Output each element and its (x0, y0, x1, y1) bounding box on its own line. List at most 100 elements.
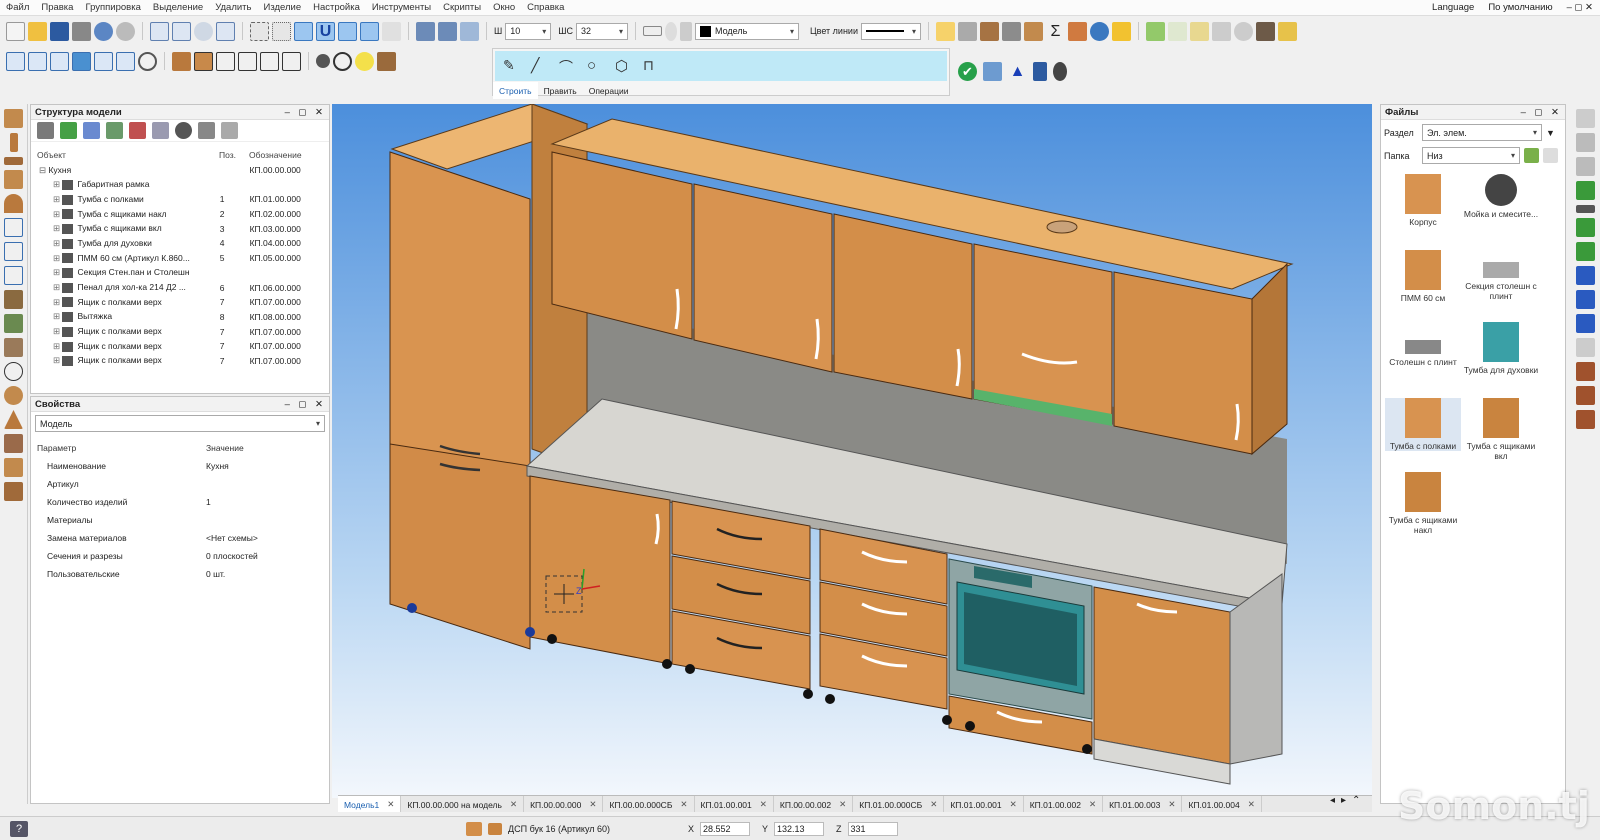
tree-item[interactable]: ⊞ Ящик с полками верх 7 КП.07.00.000 (31, 295, 329, 310)
tree-item[interactable]: ⊞ Тумба с ящиками вкл 3 КП.03.00.000 (31, 221, 329, 236)
eye-icon[interactable] (1089, 21, 1109, 41)
help-status-icon[interactable]: ? (10, 820, 28, 837)
close-tab-icon[interactable]: ✕ (680, 799, 687, 810)
sum-icon[interactable]: Σ (1046, 22, 1065, 41)
property-row[interactable]: Сечения и разрезы 0 плоскостей (31, 547, 329, 565)
panel-r2-icon[interactable] (1575, 133, 1595, 152)
expand-icon[interactable]: ⊞ (53, 253, 62, 263)
document-tab[interactable]: КП.01.00.004 ✕ (1182, 796, 1262, 812)
tab-build[interactable]: Строить (493, 82, 538, 99)
print-icon[interactable] (72, 21, 91, 41)
tab-scroll-controls[interactable]: ◂▸⌃ (1330, 795, 1366, 806)
expand-icon[interactable]: ⊞ (53, 311, 62, 321)
undo-icon[interactable] (94, 21, 113, 41)
furniture-icon[interactable] (4, 290, 23, 309)
weight-icon[interactable] (1053, 62, 1067, 81)
magnet-icon[interactable]: U (316, 21, 335, 41)
expand-icon[interactable]: ⊞ (53, 209, 62, 219)
window-controls[interactable]: – ◻ ✕ (1560, 2, 1600, 13)
list-icon[interactable] (198, 122, 215, 139)
document-tab[interactable]: КП.00.00.000 ✕ (524, 796, 604, 812)
properties-selector[interactable]: Модель (35, 415, 325, 432)
green-r1-icon[interactable] (1575, 218, 1595, 237)
menu-edit[interactable]: Правка (35, 2, 79, 13)
render-edges-icon[interactable] (194, 51, 213, 71)
cut-icon[interactable] (4, 266, 23, 285)
brown-r1-icon[interactable] (1575, 362, 1595, 381)
table-icon[interactable] (1189, 21, 1209, 41)
light-icon[interactable] (665, 21, 677, 41)
curved-panel-icon[interactable] (4, 194, 23, 213)
menu-scripts[interactable]: Скрипты (437, 2, 487, 13)
wireframe-icon[interactable] (216, 51, 235, 71)
pan-icon[interactable] (216, 21, 235, 41)
new-file-icon[interactable] (6, 21, 25, 41)
tree-item[interactable]: ⊞ Ящик с полками верх 7 КП.07.00.000 (31, 354, 329, 369)
circle-icon[interactable]: ○ (587, 57, 607, 75)
texture-icon[interactable] (377, 51, 396, 71)
menu-file[interactable]: Файл (0, 2, 35, 13)
expand-icon[interactable]: ⊞ (53, 355, 62, 365)
align-icon[interactable] (983, 62, 1002, 81)
tools-icon[interactable] (37, 122, 54, 139)
section-select[interactable]: Эл. элем. (1422, 124, 1542, 141)
layout-icon[interactable] (282, 51, 301, 71)
menu-product[interactable]: Изделие (257, 2, 307, 13)
redo-icon[interactable] (116, 21, 135, 41)
hexagon-icon[interactable]: ⬡ (615, 57, 635, 75)
tree-item[interactable]: ⊞ Габаритная рамка (31, 177, 329, 192)
viewport-3d[interactable]: Z (332, 104, 1372, 798)
save-icon[interactable] (50, 21, 69, 41)
menu-help[interactable]: Справка (521, 2, 570, 13)
close-tab-icon[interactable]: ✕ (930, 799, 937, 810)
expand-icon[interactable]: ⊞ (53, 282, 62, 292)
panel-controls[interactable]: – ◻ ✕ (285, 107, 329, 118)
tree-item[interactable]: ⊞ Ящик с полками верх 7 КП.07.00.000 (31, 339, 329, 354)
ortho-icon[interactable] (294, 21, 313, 41)
document-tab[interactable]: КП.01.00.001 ✕ (695, 796, 774, 812)
expand-icon[interactable]: ⊞ (53, 267, 62, 277)
tree-item[interactable]: ⊞ Тумба для духовки 4 КП.04.00.000 (31, 236, 329, 251)
export-r-icon[interactable] (1575, 181, 1595, 200)
document-icon[interactable] (152, 122, 169, 139)
rotate-icon[interactable] (138, 51, 157, 71)
folder-select[interactable]: Низ (1422, 147, 1520, 164)
brown-r2-icon[interactable] (1575, 386, 1595, 405)
array-icon[interactable] (4, 482, 23, 501)
file-item-korpus[interactable]: Корпус (1385, 174, 1461, 227)
property-row[interactable]: Артикул (31, 475, 329, 493)
tree-item[interactable]: ⊞ Тумба с ящиками накл 2 КП.02.00.000 (31, 207, 329, 222)
render-icon[interactable] (1145, 21, 1165, 41)
close-tab-icon[interactable]: ✕ (1089, 799, 1096, 810)
pencil-icon[interactable]: ✎ (503, 57, 523, 75)
zoom-window-icon[interactable] (150, 21, 169, 41)
file-item-countertop[interactable]: Столешн с плинт (1385, 328, 1461, 367)
measure-icon[interactable] (382, 21, 401, 41)
blue-r1-icon[interactable] (1575, 266, 1595, 285)
view-iso-icon[interactable] (72, 51, 91, 71)
menu-delete[interactable]: Удалить (209, 2, 257, 13)
file-item-drawer-overlay[interactable]: Тумба с ящиками накл (1385, 472, 1461, 535)
rule-icon[interactable] (1575, 205, 1595, 213)
snap-icon[interactable] (250, 21, 269, 41)
document-tab[interactable]: КП.00.00.000СБ ✕ (603, 796, 695, 812)
view-top-icon[interactable] (94, 51, 113, 71)
close-tab-icon[interactable]: ✕ (510, 799, 517, 810)
document-tab[interactable]: КП.01.00.001 ✕ (944, 796, 1024, 812)
panel-icon[interactable] (979, 21, 999, 41)
layer-tool2-icon[interactable] (438, 21, 457, 41)
line-color-select[interactable] (860, 22, 921, 40)
property-row[interactable]: Количество изделий 1 (31, 493, 329, 511)
tree-item[interactable]: ⊞ ПММ 60 см (Артикул К.860... 5 КП.05.00.0… (31, 251, 329, 266)
line-width-select[interactable]: 10 (505, 22, 552, 40)
visibility-icon[interactable] (175, 122, 192, 139)
layer-select[interactable]: Модель (695, 22, 799, 40)
property-row[interactable]: Материалы (31, 511, 329, 529)
panel-r1-icon[interactable] (1575, 109, 1595, 128)
folder-up-icon[interactable] (1524, 148, 1539, 163)
unlink-icon[interactable] (129, 122, 146, 139)
door-icon[interactable] (4, 314, 23, 333)
close-tab-icon[interactable]: ✕ (1010, 799, 1017, 810)
grid-icon[interactable] (272, 21, 291, 41)
view-custom-icon[interactable] (116, 51, 135, 71)
